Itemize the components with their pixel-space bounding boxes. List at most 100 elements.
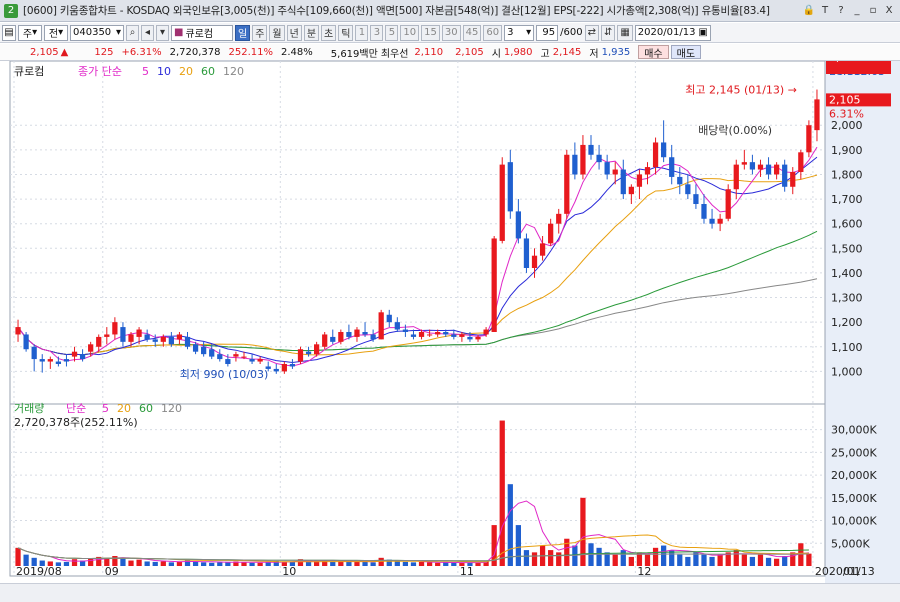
candle-body — [790, 172, 796, 187]
chart-settings-icon[interactable]: ▦ — [617, 24, 633, 41]
volume-bar — [362, 561, 368, 566]
buy-button[interactable]: 매수 — [638, 45, 669, 60]
display-count-input[interactable]: 95 — [536, 24, 559, 41]
period-week-button[interactable]: 주 — [252, 24, 268, 41]
candle-body — [314, 344, 320, 355]
price-tick-label: 1,900 — [831, 144, 863, 157]
minute-60-button[interactable]: 60 — [483, 24, 503, 41]
layout-icon[interactable]: ▤ — [2, 24, 16, 41]
volume-bar — [523, 550, 530, 566]
candle-body — [757, 164, 764, 170]
period-day-button[interactable]: 일 — [235, 24, 251, 41]
minute-3-button[interactable]: 3 — [370, 24, 384, 41]
current-price: 2,105 — [30, 46, 59, 58]
speaker-icon[interactable]: ◂ — [141, 24, 154, 41]
candle-body — [354, 329, 360, 337]
volume-bar — [241, 562, 247, 566]
close-button[interactable]: X — [882, 3, 896, 18]
candle-body — [717, 218, 723, 224]
candle-body — [104, 334, 110, 337]
title-bar: 2 [0600] 키움종합차트 - KOSDAQ 외국인보유[3,005(천)]… — [0, 0, 900, 22]
lock-icon[interactable]: 🔒 — [802, 3, 816, 18]
price-tick-label: 1,800 — [831, 168, 863, 181]
range-select-label: 전 — [48, 29, 59, 40]
candle-body — [467, 336, 473, 340]
candle-body — [15, 327, 21, 335]
stock-name-field[interactable]: ■ 큐로컴 — [171, 24, 233, 41]
candle-body — [765, 164, 772, 175]
candle-body — [144, 334, 150, 340]
candle-body — [378, 312, 384, 340]
period-month-button[interactable]: 월 — [269, 24, 285, 41]
minute-45-button[interactable]: 45 — [462, 24, 482, 41]
candle-body — [297, 349, 304, 362]
help-button[interactable]: ? — [834, 3, 848, 18]
candle-body — [209, 349, 215, 357]
volume-bar — [806, 553, 812, 566]
period-year-button[interactable]: 년 — [286, 24, 302, 41]
minute-5-button[interactable]: 5 — [385, 24, 399, 41]
stock-code-value: 040350 — [73, 27, 112, 38]
stock-chart[interactable]: 1,000 1,100 1,200 1,300 1,400 1,500 1,600 1,700… — [0, 61, 900, 583]
high-label: 고 — [540, 48, 550, 60]
range-select[interactable]: 전 ▾ — [44, 24, 68, 41]
minute-30-button[interactable]: 30 — [441, 24, 461, 41]
volume-bar — [773, 558, 780, 566]
date-picker[interactable]: 2020/01/13 ▣ — [634, 24, 711, 41]
minute-10-button[interactable]: 10 — [400, 24, 420, 41]
chevron-down-icon[interactable]: ▾ — [156, 24, 169, 41]
chart-scroll-bar[interactable] — [0, 583, 900, 602]
volume-bar — [749, 556, 756, 566]
up-arrow-icon: ▲ — [60, 46, 69, 58]
candle-body — [281, 364, 287, 372]
candle-body — [539, 243, 546, 256]
price-change: 125 — [94, 46, 114, 58]
maximize-button[interactable]: ▫ — [866, 3, 880, 18]
minute-1-button[interactable]: 1 — [355, 24, 369, 41]
price-legend-ma10: 10 — [157, 65, 171, 78]
candle-body — [79, 354, 86, 360]
price-pct-badge: 6.31% — [829, 107, 864, 120]
candle-body — [636, 174, 643, 187]
volume-bar — [354, 561, 360, 566]
candle-body — [644, 167, 651, 175]
minute-15-button[interactable]: 15 — [421, 24, 440, 41]
chart-stock-name: 큐로컴 — [14, 65, 44, 78]
text-button[interactable]: T — [818, 3, 832, 18]
search-icon[interactable]: ⌕ — [126, 24, 139, 41]
volume-bar — [330, 561, 336, 566]
candle-body — [176, 334, 183, 340]
volume-tick-label: 25,000K — [831, 446, 877, 459]
sell-button[interactable]: 매도 — [670, 45, 702, 60]
price-tick-label: 1,200 — [831, 316, 863, 329]
minimize-button[interactable]: _ — [850, 3, 864, 18]
candle-body — [241, 356, 247, 358]
candle-body — [531, 255, 538, 268]
price-tick-label: 1,300 — [831, 292, 863, 305]
period-tick-button[interactable]: 틱 — [338, 24, 354, 41]
volume-bar — [475, 562, 481, 566]
candle-body — [572, 154, 578, 175]
candle-body — [483, 329, 489, 335]
volume-bar — [152, 561, 158, 566]
chart-compare-icon[interactable]: ⇵ — [600, 24, 616, 41]
volume-bar — [685, 556, 691, 566]
candle-body — [491, 238, 497, 332]
candle-body — [184, 336, 191, 347]
market-select[interactable]: 주 ▾ — [18, 24, 42, 41]
volume-bar — [71, 559, 78, 566]
period-second-button[interactable]: 초 — [321, 24, 337, 41]
period-minute-button[interactable]: 분 — [303, 24, 320, 41]
candle-body — [217, 354, 223, 360]
count-select[interactable]: 3 ▾ — [504, 24, 535, 41]
candle-body — [39, 359, 45, 362]
candle-body — [168, 336, 174, 345]
high-price: 2,145 — [552, 46, 582, 58]
candle-body — [31, 346, 37, 360]
stock-code-input[interactable]: 040350 ▾ — [70, 24, 124, 41]
volume-bar — [136, 559, 142, 566]
candle-body — [661, 142, 667, 158]
candle-body — [725, 189, 731, 219]
chart-refresh-icon[interactable]: ⇄ — [584, 24, 599, 41]
candle-body — [669, 157, 675, 177]
